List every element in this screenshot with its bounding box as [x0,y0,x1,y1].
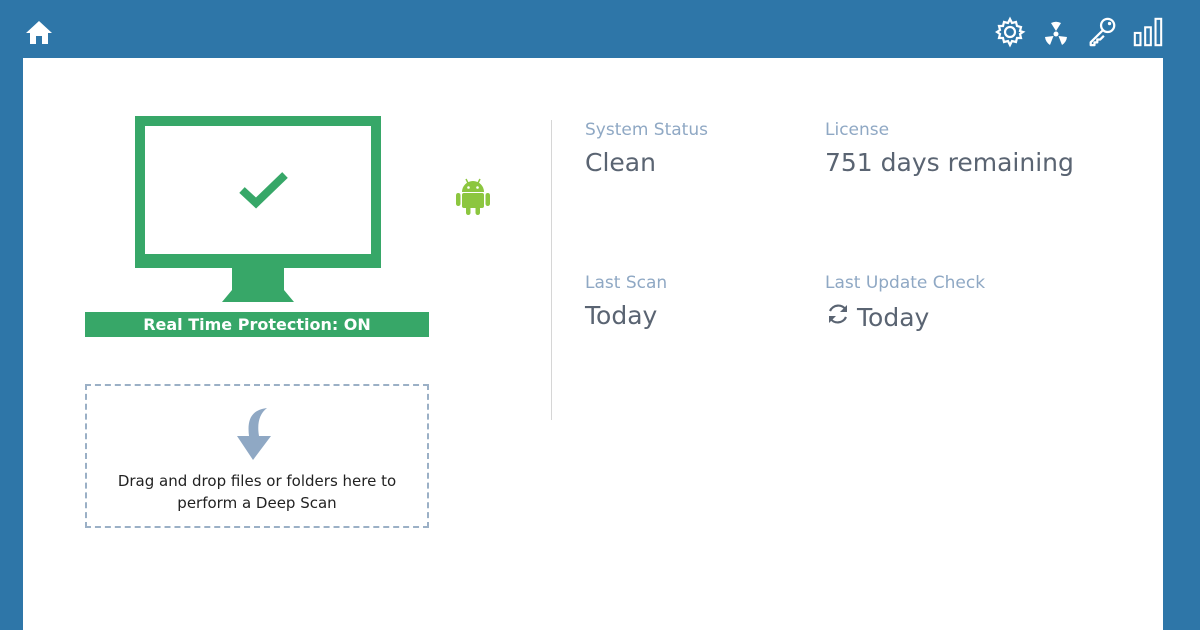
system-status-block: System Status Clean [585,120,708,177]
monitor-icon [135,116,381,268]
license-value[interactable]: 751 days remaining [825,148,1074,177]
last-update-label: Last Update Check [825,273,986,293]
divider [551,120,552,420]
deep-scan-dropzone[interactable]: Drag and drop files or folders here to p… [85,384,429,528]
home-icon[interactable] [24,18,56,48]
down-arrow-icon [229,406,277,466]
real-time-protection-status[interactable]: Real Time Protection: ON [85,312,429,337]
last-update-block: Last Update Check Today [825,273,985,333]
monitor-screen [145,126,371,254]
license-label: License [825,120,890,140]
check-icon [238,170,290,214]
radiation-icon[interactable] [1040,15,1072,49]
toolbar [994,14,1164,50]
last-scan-value: Today [585,301,658,330]
refresh-icon[interactable] [825,301,851,333]
monitor-stand [220,268,296,304]
key-icon[interactable] [1086,15,1118,49]
android-icon[interactable] [455,176,491,220]
system-status-value: Clean [585,148,656,177]
last-update-row: Today [825,301,985,333]
last-update-value: Today [857,302,930,332]
dropzone-line-1: Drag and drop files or folders here to [117,472,397,490]
bar-chart-icon[interactable] [1132,15,1164,49]
last-scan-block: Last Scan Today [585,273,667,330]
gear-icon[interactable] [994,15,1026,49]
dropzone-line-2: perform a Deep Scan [177,494,337,512]
system-status-label: System Status [585,120,708,140]
app-window: Real Time Protection: ON Drag and drop f… [0,0,1200,630]
dropzone-instructions: Drag and drop files or folders here to p… [87,470,427,514]
dashboard-panel: Real Time Protection: ON Drag and drop f… [23,58,1163,630]
last-scan-label: Last Scan [585,273,668,293]
license-block: License 751 days remaining [825,120,1074,177]
